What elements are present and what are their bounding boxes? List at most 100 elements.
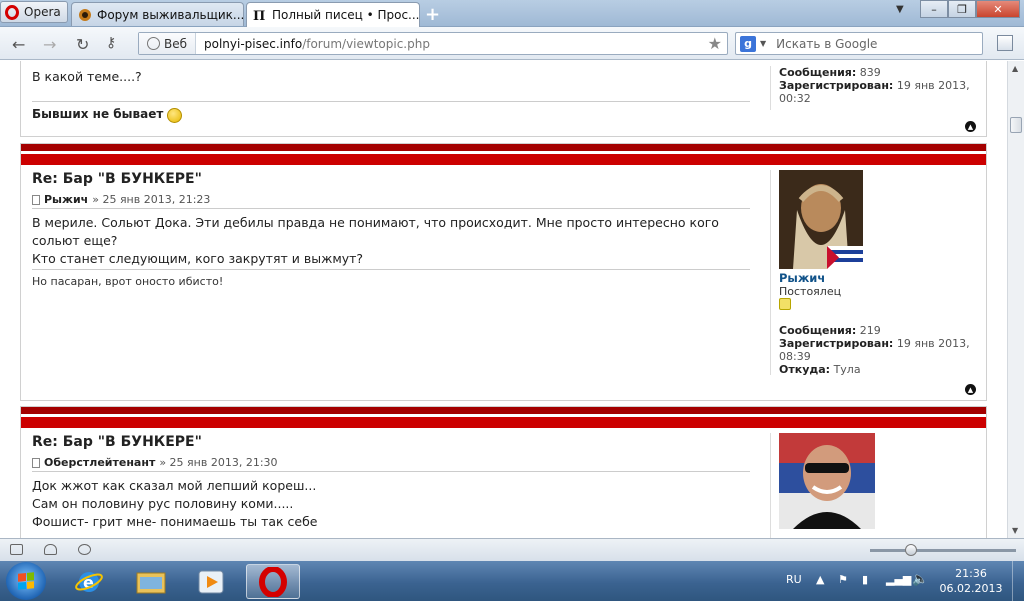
close-window-button[interactable]: ✕	[976, 0, 1020, 18]
location-label: Откуда:	[779, 363, 831, 376]
signature-divider	[32, 101, 750, 102]
post-profile: Рыжич Постоялец Сообщения: 219 Зарегистр…	[770, 170, 980, 376]
post-body: В какой теме....?	[32, 68, 752, 86]
volume-icon[interactable]: 🔈	[912, 572, 928, 612]
speed-dial-gauge-icon[interactable]	[78, 544, 91, 555]
registered-label: Зарегистрирован:	[779, 79, 894, 92]
scroll-down-arrow-icon[interactable]: ▼	[1012, 526, 1018, 535]
zoom-slider-track[interactable]	[870, 549, 1016, 552]
post-signature: Бывших не бывает	[32, 107, 182, 123]
windows-logo-icon	[18, 572, 34, 590]
taskbar-opera[interactable]	[246, 564, 300, 599]
post-author[interactable]: Оберстлейтенант	[44, 456, 155, 469]
network-icon[interactable]: ▂▄▆	[886, 573, 911, 613]
url-field[interactable]: Веб polnyi-pisec.info /forum/viewtopic.p…	[138, 32, 728, 55]
start-button[interactable]	[6, 562, 46, 600]
internet-explorer-icon: e	[75, 571, 103, 592]
system-clock[interactable]: 21:36 06.02.2013	[938, 566, 1004, 596]
meta-divider	[32, 208, 750, 209]
messages-count: 839	[859, 66, 881, 79]
tab-favicon-icon	[79, 8, 91, 21]
search-engine-chevron-icon[interactable]: ▼	[760, 39, 766, 48]
post-body-line: Кто станет следующим, кого закрутят и вы…	[32, 251, 364, 266]
location-value: Тула	[833, 363, 861, 376]
maximize-button[interactable]: ❐	[948, 0, 976, 18]
avatar[interactable]	[779, 170, 863, 269]
key-icon[interactable]: ⚷	[106, 35, 116, 51]
forward-arrow-icon[interactable]: →	[43, 35, 56, 54]
post-date: » 25 янв 2013, 21:30	[159, 456, 278, 469]
window-controls: – ❐ ✕	[920, 0, 1020, 18]
tab-label: Форум выживальщик...	[97, 7, 244, 22]
post-body-line: Док жжот как сказал мой лепший кореш...	[32, 478, 317, 493]
tab-favicon-icon: П	[253, 9, 265, 22]
post-title[interactable]: Re: Бар "В БУНКЕРЕ"	[32, 171, 202, 187]
registered-label: Зарегистрирован:	[779, 337, 894, 350]
forum-page: В какой теме....? Бывших не бывает Сообщ…	[0, 61, 1007, 538]
folder-icon	[136, 572, 166, 593]
globe-icon	[147, 37, 160, 50]
power-icon[interactable]: ▮	[862, 573, 868, 613]
taskbar-media-player[interactable]	[184, 564, 238, 599]
action-center-icon[interactable]: ⚑	[838, 573, 848, 613]
show-hidden-icons-icon[interactable]: ▲	[816, 573, 824, 613]
tab-survival-forum[interactable]: Форум выживальщик... ✕	[71, 2, 244, 26]
post-profile: Сообщения: 839 Зарегистрирован: 19 янв 2…	[770, 66, 980, 110]
web-info-chip[interactable]: Веб	[139, 33, 197, 54]
scrollbar-thumb[interactable]	[1010, 117, 1022, 133]
url-path: /forum/viewtopic.php	[302, 36, 430, 51]
back-to-top-icon[interactable]: ▲	[965, 121, 976, 132]
page-scrollbar[interactable]: ▲ ▼	[1007, 61, 1024, 538]
forum-post: В какой теме....? Бывших не бывает Сообщ…	[20, 61, 987, 137]
new-tab-button[interactable]: +	[425, 4, 440, 25]
signature-divider	[32, 269, 750, 270]
reload-icon[interactable]: ↻	[76, 35, 89, 54]
panel-icon[interactable]	[10, 544, 23, 555]
post-body: Док жжот как сказал мой лепший кореш... …	[32, 477, 752, 531]
opera-menu-label: Opera	[24, 5, 61, 19]
tab-list-chevron-icon[interactable]: ▼	[896, 4, 904, 15]
language-indicator[interactable]: RU	[786, 573, 802, 613]
search-placeholder: Искать в Google	[776, 36, 878, 51]
taskbar-internet-explorer[interactable]: e	[62, 564, 116, 599]
show-desktop-button[interactable]	[1012, 561, 1024, 601]
post-body-line: В какой теме....?	[32, 69, 142, 84]
post-body: В мериле. Сольют Дока. Эти дебилы правда…	[32, 214, 752, 268]
google-icon: g	[740, 35, 756, 52]
post-meta: Оберстлейтенант » 25 янв 2013, 21:30	[32, 456, 278, 469]
url-host: polnyi-pisec.info	[204, 36, 303, 51]
zoom-slider-knob[interactable]	[905, 544, 917, 556]
post-title[interactable]: Re: Бар "В БУНКЕРЕ"	[32, 434, 202, 450]
signature-text: Бывших не бывает	[32, 107, 164, 121]
clock-date: 06.02.2013	[939, 582, 1003, 595]
avatar[interactable]	[779, 433, 875, 529]
profile-rank: Постоялец	[779, 285, 842, 298]
meta-divider	[32, 471, 750, 472]
smiley-icon	[166, 107, 182, 123]
post-header-bar	[21, 407, 986, 428]
panel-toggle-button[interactable]	[997, 35, 1013, 51]
post-document-icon[interactable]	[32, 457, 40, 468]
post-author[interactable]: Рыжич	[44, 193, 88, 206]
post-body-line: Сам он половину рус половину коми.....	[32, 496, 294, 511]
scroll-up-arrow-icon[interactable]: ▲	[1012, 64, 1018, 73]
browser-status-bar	[0, 538, 1024, 561]
back-arrow-icon[interactable]: ←	[12, 35, 25, 54]
windows-taskbar: e RU ▲ ⚑ ▮ ▂▄▆ 🔈 21:36 06.02.2013	[0, 561, 1024, 601]
messages-label: Сообщения:	[779, 66, 857, 79]
profile-username[interactable]: Рыжич	[779, 272, 980, 285]
tab-polnyi-pisec[interactable]: П Полный писец • Прос... ✕	[246, 2, 420, 27]
tab-label: Полный писец • Прос...	[272, 8, 420, 22]
svg-text:П: П	[253, 9, 265, 22]
bookmark-star-icon[interactable]: ★	[708, 34, 722, 53]
back-to-top-icon[interactable]: ▲	[965, 384, 976, 395]
taskbar-explorer[interactable]	[124, 564, 178, 599]
post-document-icon[interactable]	[32, 194, 40, 205]
minimize-button[interactable]: –	[920, 0, 948, 18]
turbo-cloud-icon[interactable]	[44, 544, 57, 555]
post-profile	[770, 433, 980, 538]
clock-time: 21:36	[955, 567, 987, 580]
search-input[interactable]: g ▼ Искать в Google	[735, 32, 983, 55]
post-date: » 25 янв 2013, 21:23	[92, 193, 211, 206]
opera-menu-button[interactable]: Opera	[0, 1, 68, 23]
